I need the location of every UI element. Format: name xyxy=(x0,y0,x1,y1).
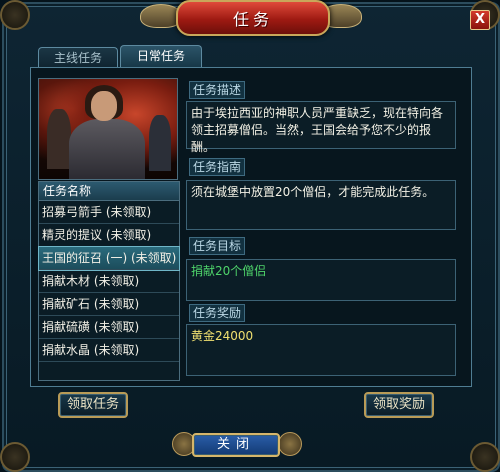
claim-reward-button[interactable]: 领取奖励 xyxy=(364,392,434,418)
quest-list-item-selected[interactable]: 王国的征召 (一) (未领取) xyxy=(38,246,180,271)
close-icon[interactable]: X xyxy=(470,10,490,30)
portrait-face xyxy=(91,91,117,121)
description-label: 任务描述 xyxy=(189,81,246,99)
quest-list-item[interactable]: 捐献水晶 (未领取) xyxy=(39,339,179,362)
guide-text: 须在城堡中放置20个僧侣，才能完成此任务。 xyxy=(186,180,456,230)
reward-label: 任务奖励 xyxy=(189,304,246,322)
accept-quest-button[interactable]: 领取任务 xyxy=(58,392,128,418)
description-text: 由于埃拉西亚的神职人员严重缺乏，现在特向各领主招募僧侣。当然，王国会给予您不少的… xyxy=(186,101,456,154)
quest-list: 任务名称 招募弓箭手 (未领取) 精灵的提议 (未领取) 王国的征召 (一) (… xyxy=(38,181,180,381)
portrait-background-figure-left xyxy=(47,109,71,169)
corner-ornament-bottom-left xyxy=(0,442,30,472)
window-title-plate: 任务 xyxy=(176,0,330,36)
quest-list-item[interactable]: 捐献矿石 (未领取) xyxy=(39,293,179,316)
tab-daily-quests[interactable]: 日常任务 xyxy=(120,45,202,68)
close-button-ornament-right xyxy=(278,432,302,456)
quest-list-item[interactable]: 捐献硫磺 (未领取) xyxy=(39,316,179,339)
reward-text: 黄金24000 xyxy=(186,324,456,376)
corner-ornament-top-left xyxy=(0,0,30,30)
portrait-armor xyxy=(69,119,145,179)
goal-label: 任务目标 xyxy=(189,237,246,255)
corner-ornament-bottom-right xyxy=(470,442,500,472)
quest-list-item[interactable]: 捐献木材 (未领取) xyxy=(39,270,179,293)
goal-text: 捐献20个僧侣 xyxy=(186,259,456,301)
portrait-background-figure-right xyxy=(149,115,171,171)
guide-label: 任务指南 xyxy=(189,158,246,176)
tab-main-quests[interactable]: 主线任务 xyxy=(38,47,118,68)
window-title: 任务 xyxy=(232,10,273,29)
quest-list-item[interactable]: 精灵的提议 (未领取) xyxy=(39,224,179,247)
quest-giver-portrait xyxy=(38,78,178,180)
close-window-button[interactable]: 关闭 xyxy=(192,433,280,457)
quest-list-item[interactable]: 招募弓箭手 (未领取) xyxy=(39,201,179,224)
quest-list-header: 任务名称 xyxy=(39,182,179,201)
